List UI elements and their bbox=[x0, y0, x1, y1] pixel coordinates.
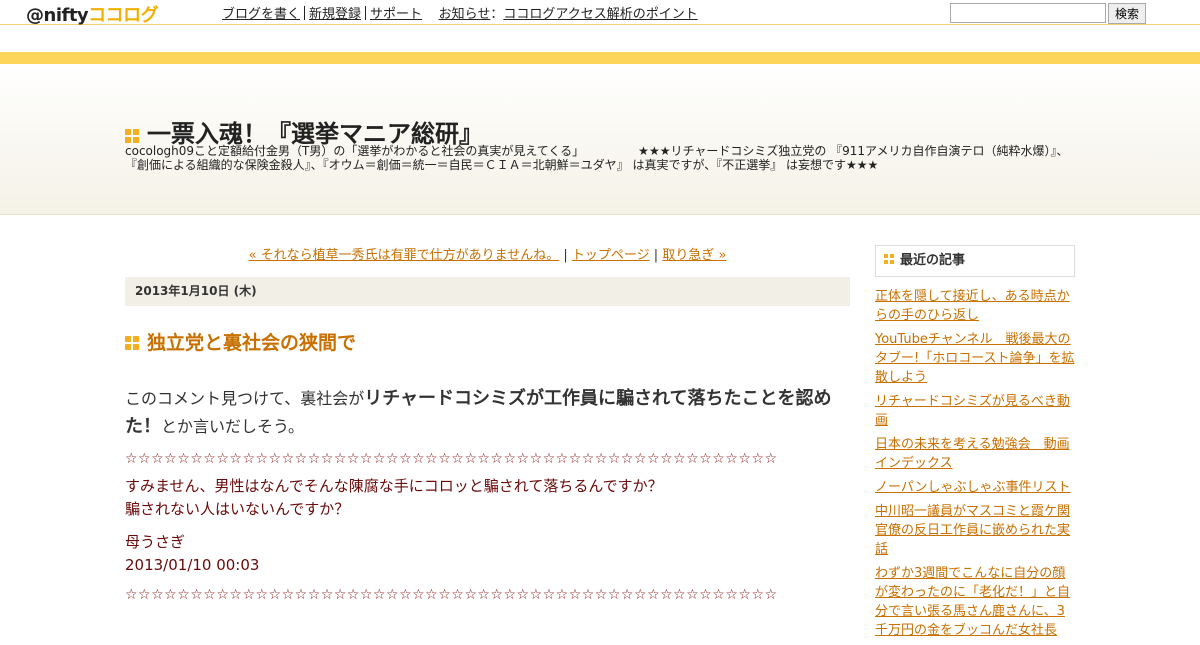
post-title-text: 独立党と裏社会の狭間で bbox=[147, 332, 357, 354]
recent-post-link[interactable]: 正体を隠して接近し、ある時点からの手のひら返し bbox=[875, 289, 1070, 323]
post-navigation: « それなら植草一秀氏は有罪で仕方がありませんね。 | トップページ | 取り急… bbox=[125, 244, 850, 263]
logo-nifty: @nifty bbox=[26, 5, 89, 26]
nav-support[interactable]: サポート bbox=[370, 7, 422, 22]
sidebar-squares-icon bbox=[884, 254, 894, 264]
post-body-intro: このコメント見つけて、裏社会がリチャードコシミズが工作員に騙されて落ちたことを認… bbox=[125, 385, 850, 441]
top-search: 検索 bbox=[950, 3, 1147, 24]
list-item: 日本の未来を考える勉強会 動画インデックス bbox=[875, 435, 1075, 473]
recent-post-link[interactable]: 中川昭一議員がマスコミと霞ケ関官僚の反日工作員に嵌められた実話 bbox=[875, 504, 1070, 557]
pnav-sep: | bbox=[559, 248, 572, 263]
top-bar: @niftyココログ ブログを書く 新規登録 サポート お知らせ：ココログアクセス解… bbox=[0, 0, 1200, 27]
logo-cocolog: ココログ bbox=[88, 5, 159, 26]
recent-post-link[interactable]: YouTubeチャンネル 戦後最大のタブー!「ホロコースト論争」を拡散しよう bbox=[875, 332, 1075, 385]
list-item: 正体を隠して接近し、ある時点からの手のひら返し bbox=[875, 287, 1075, 325]
star-divider: ☆☆☆☆☆☆☆☆☆☆☆☆☆☆☆☆☆☆☆☆☆☆☆☆☆☆☆☆☆☆☆☆☆☆☆☆☆☆☆☆… bbox=[125, 451, 778, 467]
top-page-link[interactable]: トップページ bbox=[572, 248, 650, 263]
comment-author-block: 母うさぎ 2013/01/10 00:03 bbox=[125, 531, 850, 577]
quoted-comment: すみません、男性はなんでそんな陳腐な手にコロッと騙されて落ちるんですか？ 騙され… bbox=[125, 475, 850, 521]
nav-notice-link[interactable]: ココログアクセス解析のポイント bbox=[503, 7, 697, 22]
sidebar-heading-text: 最近の記事 bbox=[900, 253, 966, 268]
nav-notice[interactable]: お知らせ bbox=[439, 7, 491, 22]
comment-timestamp: 2013/01/10 00:03 bbox=[125, 556, 260, 574]
title-squares-icon bbox=[125, 129, 139, 143]
recent-post-link[interactable]: ノーパンしゃぶしゃぶ事件リスト bbox=[875, 480, 1071, 495]
body-text-post: とか言いだしそう。 bbox=[161, 417, 305, 436]
quote-line-1: すみません、男性はなんでそんな陳腐な手にコロッと騙されて落ちるんですか？ bbox=[125, 477, 663, 495]
recent-post-link[interactable]: 日本の未来を考える勉強会 動画インデックス bbox=[875, 437, 1070, 471]
nifty-cocolog-logo[interactable]: @niftyココログ bbox=[26, 1, 159, 27]
nav-write-blog[interactable]: ブログを書く bbox=[222, 7, 300, 22]
comment-author: 母うさぎ bbox=[125, 533, 186, 551]
list-item: ノーパンしゃぶしゃぶ事件リスト bbox=[875, 478, 1075, 497]
main-content: « それなら植草一秀氏は有罪で仕方がありませんね。 | トップページ | 取り急… bbox=[125, 244, 850, 603]
post-title[interactable]: 独立党と裏社会の狭間で bbox=[125, 328, 850, 355]
star-divider-2: ☆☆☆☆☆☆☆☆☆☆☆☆☆☆☆☆☆☆☆☆☆☆☆☆☆☆☆☆☆☆☆☆☆☆☆☆☆☆☆☆… bbox=[125, 587, 778, 603]
blog-description: cocologh09こと定額給付金男（T男）の「選挙がわかると社会の真実が見えて… bbox=[125, 144, 1069, 172]
post-date: 2013年1月10日 (木) bbox=[125, 277, 850, 306]
sidebar-heading: 最近の記事 bbox=[875, 245, 1075, 277]
post-title-squares-icon bbox=[125, 336, 139, 350]
header-yellow-band bbox=[0, 52, 1200, 64]
recent-posts-list: 正体を隠して接近し、ある時点からの手のひら返し YouTubeチャンネル 戦後最… bbox=[875, 287, 1075, 640]
pnav-sep: | bbox=[649, 248, 663, 263]
next-post-link[interactable]: 取り急ぎ » bbox=[662, 248, 726, 263]
quote-line-2: 騙されない人はいないんですか？ bbox=[125, 500, 350, 518]
search-input[interactable] bbox=[950, 3, 1106, 23]
sidebar: 最近の記事 正体を隠して接近し、ある時点からの手のひら返し YouTubeチャン… bbox=[875, 245, 1075, 645]
nav-divider bbox=[304, 6, 306, 20]
list-item: 中川昭一議員がマスコミと霞ケ関官僚の反日工作員に嵌められた実話 bbox=[875, 502, 1075, 559]
notice-colon: ： bbox=[490, 7, 504, 22]
nav-register[interactable]: 新規登録 bbox=[309, 7, 361, 22]
top-nav: ブログを書く 新規登録 サポート お知らせ：ココログアクセス解析のポイント bbox=[222, 3, 698, 22]
list-item: リチャードコシミズが見るべき動画 bbox=[875, 392, 1075, 430]
prev-post-link[interactable]: « それなら植草一秀氏は有罪で仕方がありませんね。 bbox=[249, 248, 560, 263]
recent-post-link[interactable]: わずか3週間でこんなに自分の顔が変わったのに「老化だ！」と自分で言い張る馬さん鹿… bbox=[875, 566, 1070, 638]
recent-post-link[interactable]: リチャードコシミズが見るべき動画 bbox=[875, 394, 1070, 428]
list-item: わずか3週間でこんなに自分の顔が変わったのに「老化だ！」と自分で言い張る馬さん鹿… bbox=[875, 564, 1075, 640]
blog-header: 一票入魂！『選挙マニア総研』 cocologh09こと定額給付金男（T男）の「選… bbox=[0, 64, 1200, 215]
search-button[interactable]: 検索 bbox=[1108, 3, 1147, 24]
list-item: YouTubeチャンネル 戦後最大のタブー!「ホロコースト論争」を拡散しよう bbox=[875, 330, 1075, 387]
body-text-pre: このコメント見つけて、裏社会が bbox=[125, 389, 365, 408]
nav-divider bbox=[365, 6, 367, 20]
